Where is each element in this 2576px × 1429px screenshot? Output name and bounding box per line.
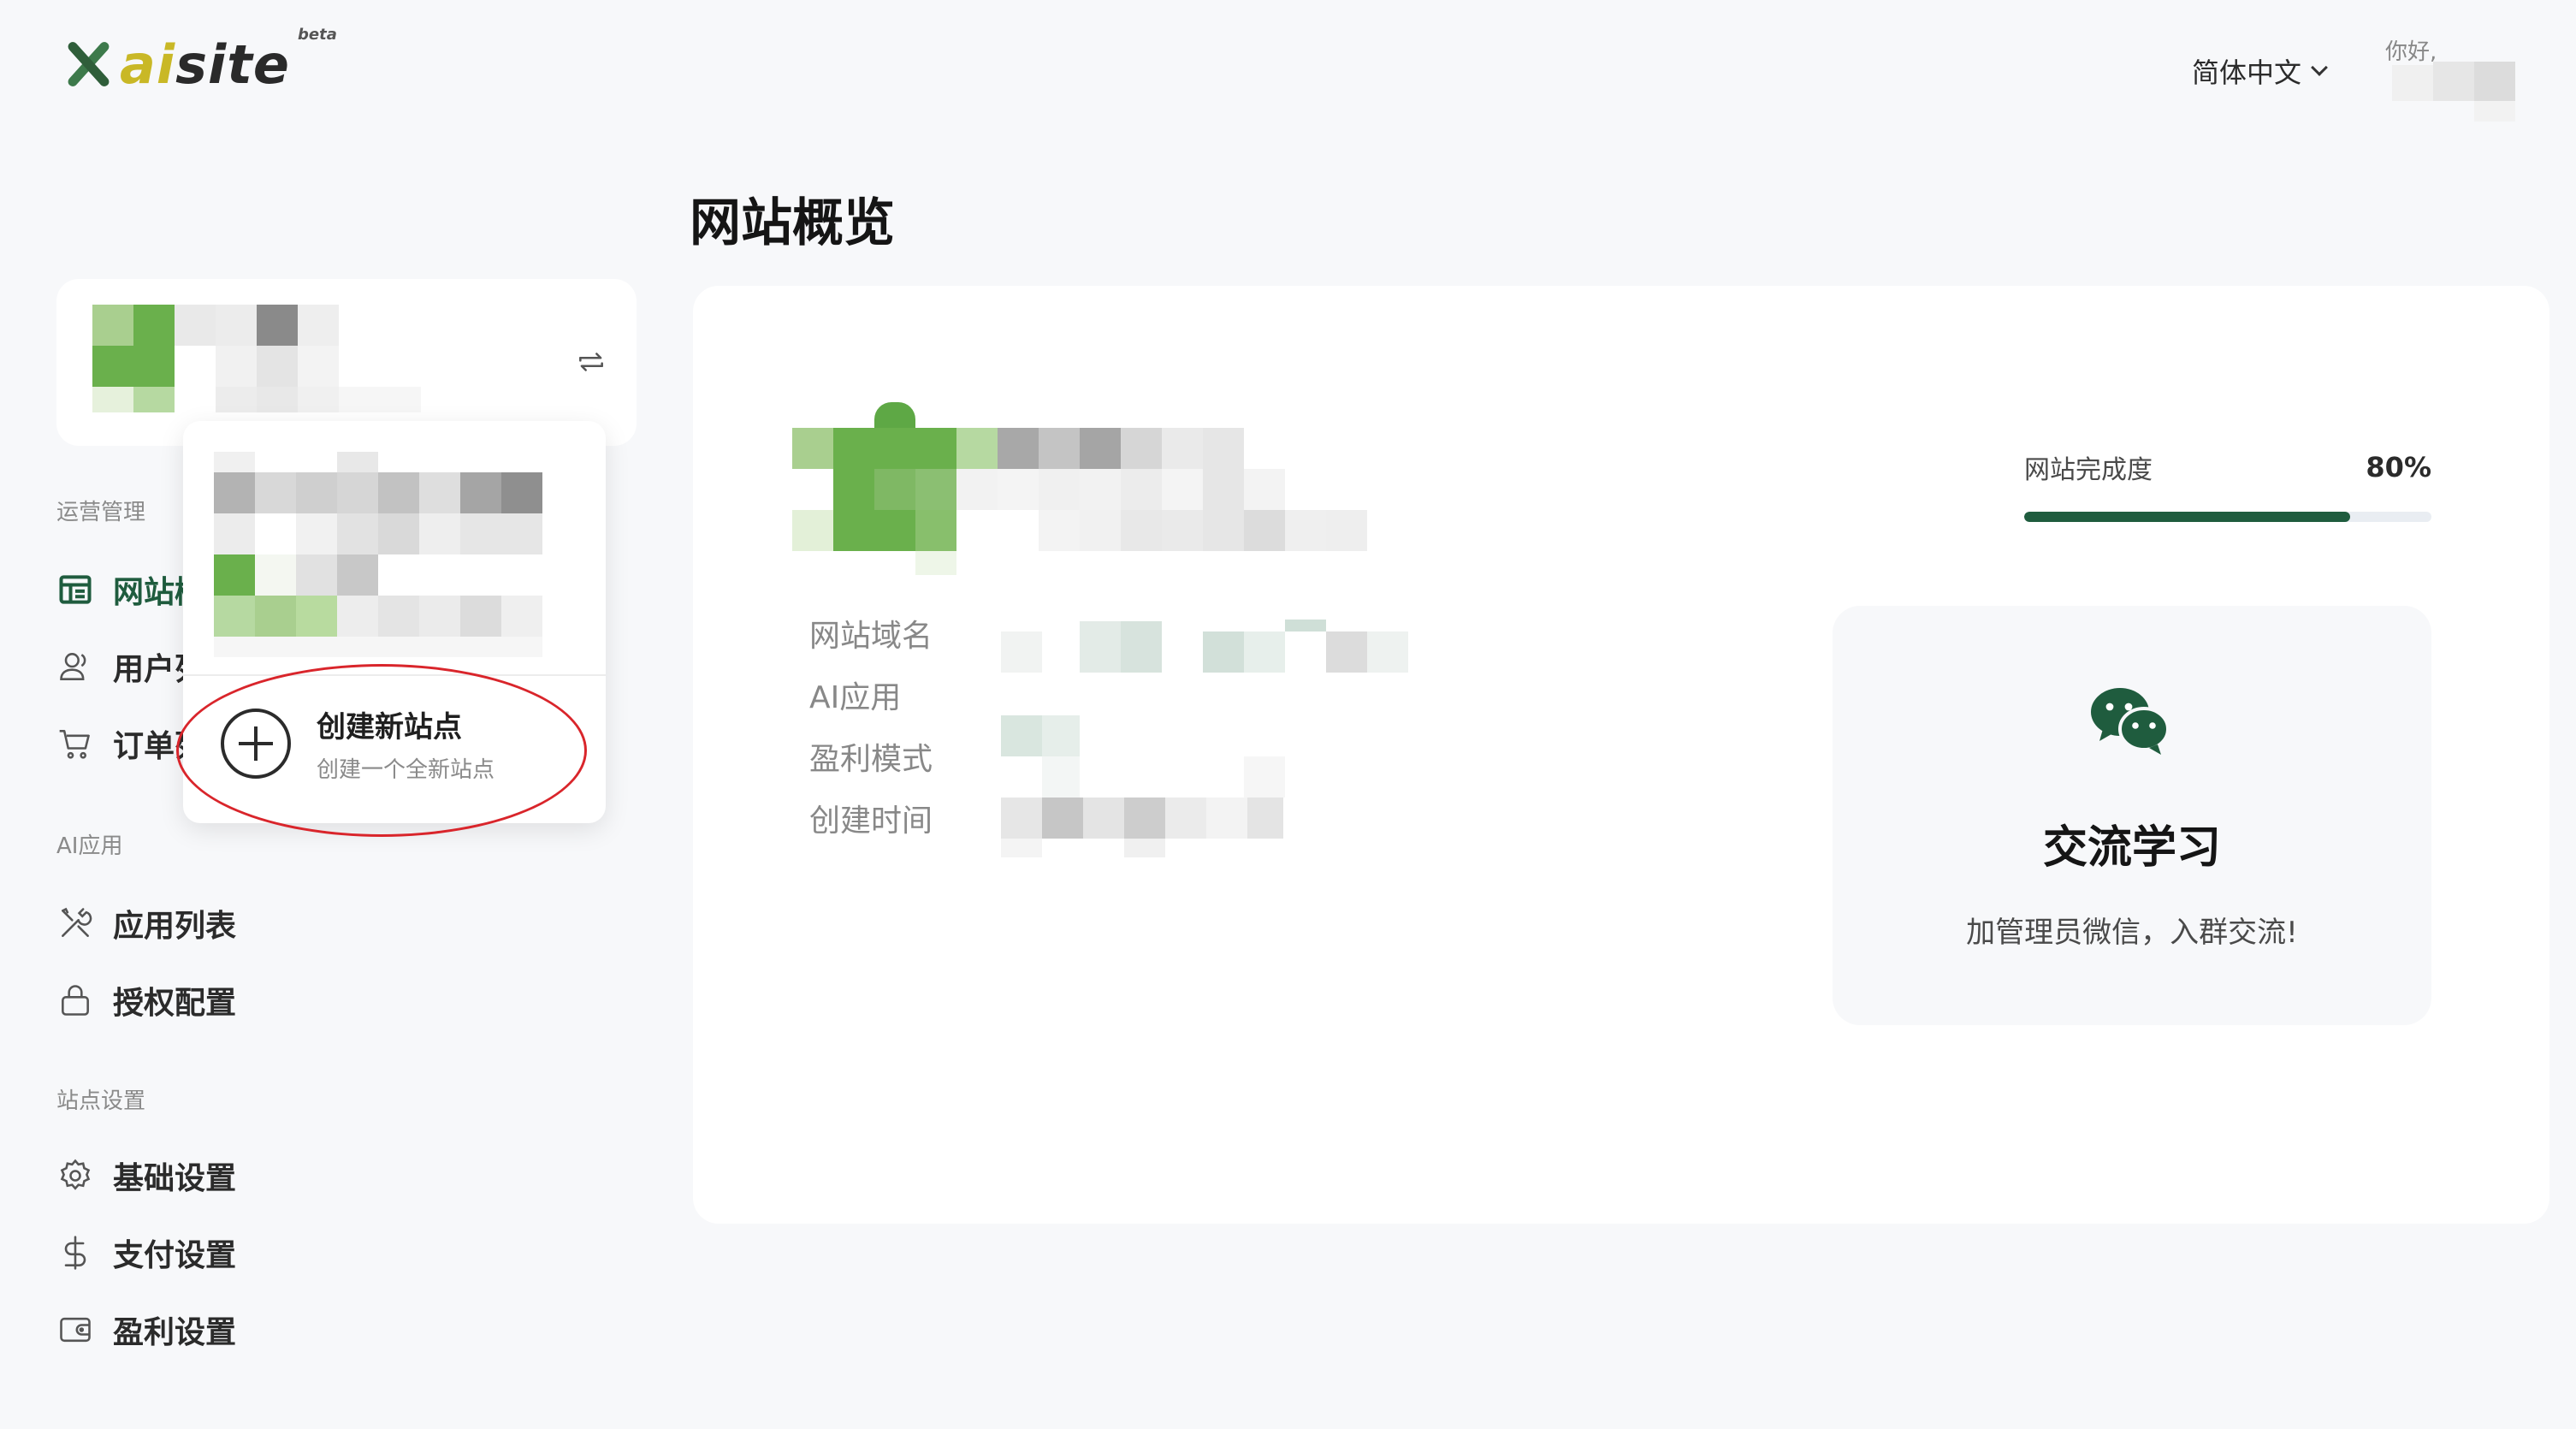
section-label-operations: 运营管理: [56, 500, 146, 525]
wechat-icon: [2091, 688, 2170, 755]
progress-label: 网站完成度: [2024, 455, 2153, 485]
info-label-ai-app: AI应用: [809, 680, 902, 715]
progress-track: [2024, 512, 2431, 522]
sidebar-item-payment-settings[interactable]: 支付设置: [56, 1229, 236, 1277]
site-info-labels: 网站域名 AI应用 盈利模式 创建时间: [809, 614, 933, 861]
progress-value: 80%: [2366, 451, 2431, 483]
cart-icon: [59, 730, 90, 759]
dropdown-divider: [183, 674, 606, 676]
dollar-icon: [64, 1236, 86, 1270]
create-site-title: 创建新站点: [317, 710, 462, 744]
logo-text: aisite: [120, 33, 290, 96]
sidebar-item-profit-settings[interactable]: 盈利设置: [56, 1306, 236, 1354]
sidebar-item-label: 应用列表: [113, 909, 237, 944]
site-switcher-dropdown: 创建新站点 创建一个全新站点: [183, 421, 606, 823]
plus-circle-icon: [221, 709, 291, 779]
section-label-ai-apps: AI应用: [56, 833, 123, 859]
community-description: 加管理员微信，入群交流!: [1966, 916, 2298, 950]
sidebar-item-label: 支付设置: [113, 1238, 237, 1273]
chevron-down-icon: [2311, 59, 2328, 76]
info-label-created-time: 创建时间: [809, 803, 933, 839]
info-label-domain: 网站域名: [809, 619, 933, 654]
community-card[interactable]: 交流学习 加管理员微信，入群交流!: [1833, 606, 2431, 1025]
tools-icon: [62, 907, 92, 937]
create-site-subtitle: 创建一个全新站点: [317, 757, 495, 783]
community-title: 交流学习: [2042, 822, 2221, 874]
sidebar-item-label: 盈利设置: [113, 1315, 237, 1350]
wallet-icon: [60, 1317, 91, 1343]
dashboard-icon: [59, 575, 92, 604]
sidebar-item-app-list[interactable]: 应用列表: [56, 899, 236, 947]
user-avatar-blurred[interactable]: [2392, 62, 2517, 123]
section-label-site-settings: 站点设置: [56, 1088, 146, 1114]
info-label-profit-mode: 盈利模式: [809, 742, 933, 777]
logo-mark-icon: [63, 39, 113, 89]
language-label: 简体中文: [2192, 56, 2302, 89]
site-completion-progress: 网站完成度 80%: [2024, 448, 2431, 522]
progress-fill: [2024, 512, 2350, 522]
logo[interactable]: aisite beta: [63, 26, 337, 103]
sidebar-item-label: 基础设置: [113, 1161, 237, 1196]
sidebar-item-basic-settings[interactable]: 基础设置: [56, 1152, 236, 1200]
create-site-option[interactable]: 创建新站点 创建一个全新站点: [221, 703, 494, 784]
language-selector[interactable]: 简体中文: [2192, 51, 2328, 91]
sidebar-item-label: 授权配置: [113, 986, 237, 1021]
beta-badge: beta: [298, 26, 337, 44]
page-title: 网站概览: [690, 193, 895, 253]
lock-icon: [62, 985, 89, 1016]
user-icon: [60, 653, 86, 680]
sidebar-item-authorization[interactable]: 授权配置: [56, 976, 236, 1024]
gear-icon: [60, 1159, 91, 1190]
switch-site-icon[interactable]: [575, 346, 607, 378]
